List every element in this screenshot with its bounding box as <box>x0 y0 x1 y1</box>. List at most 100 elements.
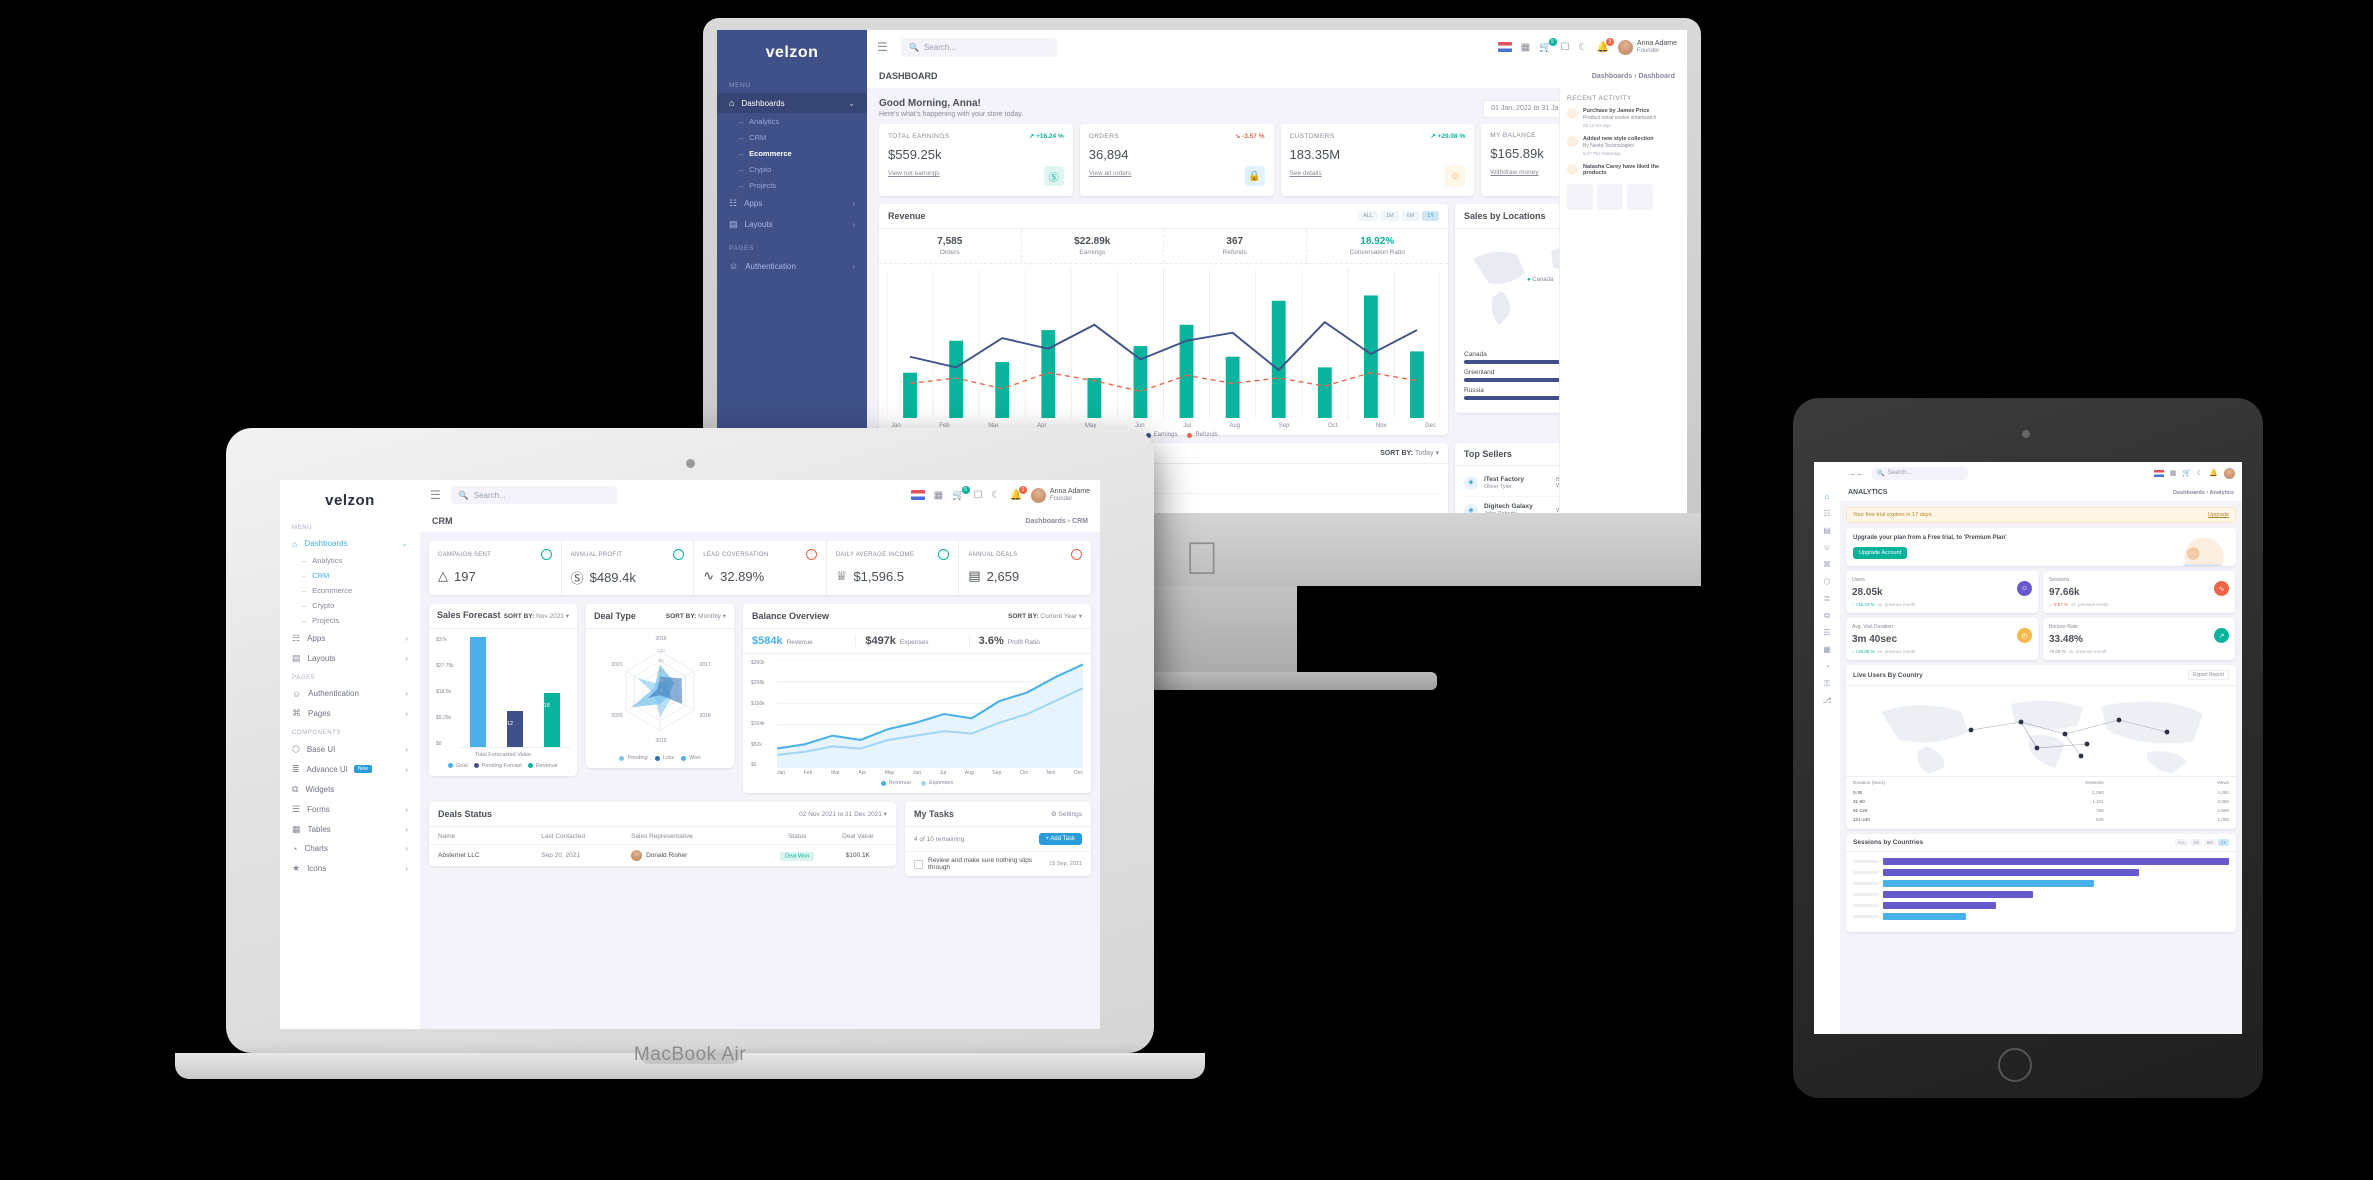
task-checkbox[interactable] <box>914 859 923 869</box>
sidebar-item-apps[interactable]: ☷ Apps › <box>280 628 420 648</box>
logo[interactable]: velzon <box>717 30 867 74</box>
users-icon[interactable]: ☺ <box>1814 539 1840 556</box>
sales-forecast-sort[interactable]: SORT BY: Nov 2021 ▾ <box>504 612 569 620</box>
sidebar-item-layouts[interactable]: ▤ Layouts › <box>280 648 420 668</box>
grid-icon[interactable]: ☷ <box>1814 505 1840 522</box>
flag-icon[interactable] <box>2153 469 2164 477</box>
apps-grid-icon[interactable]: ▦ <box>1521 42 1530 53</box>
sidebar-item-crypto[interactable]: – Crypto <box>280 598 420 613</box>
sidebar-item-base-ui[interactable]: ⬡ Base UI › <box>280 739 420 759</box>
sidebar-item-apps[interactable]: ☷ Apps › <box>717 193 867 214</box>
bell-icon[interactable]: 🔔 <box>2209 469 2218 477</box>
sidebar-item-crm[interactable]: – CRM <box>280 568 420 583</box>
command-icon[interactable]: ⌘ <box>1814 556 1840 573</box>
search-input[interactable]: 🔍 Search... <box>1872 466 1968 480</box>
stat-link[interactable]: View all orders <box>1089 170 1265 177</box>
tasks-settings[interactable]: ⚙ Settings <box>1051 810 1082 818</box>
range-tab-1y[interactable]: 1Y <box>1422 211 1439 221</box>
flag-icon[interactable] <box>910 490 925 500</box>
sidebar-item-dashboards[interactable]: ⌂ Dashboards ⌄ <box>717 93 867 113</box>
map-pin-canada[interactable]: ● Canada <box>1527 277 1553 283</box>
sidebar-item-widgets[interactable]: ⧉ Widgets <box>280 779 420 799</box>
range-tab-all[interactable]: ALL <box>1358 211 1378 221</box>
sidebar-item-ecommerce[interactable]: – Ecommerce <box>717 145 867 161</box>
hamburger-icon[interactable]: →← <box>1847 468 1865 478</box>
thumb-3-icon[interactable] <box>1627 184 1653 211</box>
dark-mode-icon[interactable]: ☾ <box>1578 42 1587 53</box>
dark-mode-icon[interactable]: ☾ <box>2197 469 2203 477</box>
trial-alert-link[interactable]: Upgrade <box>2208 512 2229 518</box>
pie-icon[interactable]: ◔ <box>1814 658 1840 675</box>
hamburger-icon[interactable]: ☰ <box>430 488 441 502</box>
sidebar-item-crypto[interactable]: – Crypto <box>717 161 867 177</box>
fullscreen-icon[interactable]: ☐ <box>974 490 983 501</box>
sessions-range-6m[interactable]: 6M <box>2204 839 2216 846</box>
bell-icon[interactable]: 🔔 3 <box>1596 37 1614 53</box>
breadcrumb-item[interactable]: Dashboards <box>2173 490 2205 496</box>
balance-sort[interactable]: SORT BY: Current Year ▾ <box>1008 612 1082 620</box>
breadcrumb-item[interactable]: Dashboards <box>1592 73 1632 80</box>
sidebar-item-analytics[interactable]: – Analytics <box>280 553 420 568</box>
copy-icon[interactable]: ⧉ <box>1814 607 1840 624</box>
breadcrumb-item[interactable]: Dashboards <box>1025 518 1065 525</box>
deals-status-range[interactable]: 02 Nov 2021 to 31 Dec 2021 ▾ <box>799 810 887 818</box>
sidebar-item-projects[interactable]: – Projects <box>717 177 867 193</box>
sidebar-item-authentication[interactable]: ☺ Authentication › <box>280 684 420 703</box>
fullscreen-icon[interactable]: ☐ <box>1561 42 1570 53</box>
cart-icon[interactable]: 🛒 5 <box>1539 37 1557 53</box>
sidebar-item-dashboards[interactable]: ⌂ Dashboards ⌄ <box>280 534 420 553</box>
cart-icon[interactable]: 🛒 <box>2182 469 2191 477</box>
sidebar-item-advance-ui[interactable]: ≣ Advance UI New › <box>280 759 420 779</box>
flag-icon[interactable] <box>1497 42 1512 52</box>
user-menu[interactable]: Anna Adame Founder <box>1617 39 1677 55</box>
month-label: Aug <box>1229 423 1241 429</box>
logo[interactable]: velzon <box>280 480 420 519</box>
sessions-range-1y[interactable]: 1Y <box>2217 839 2229 846</box>
search-input[interactable]: 🔍 Search... <box>901 37 1057 57</box>
live-export-button[interactable]: Export Report <box>2188 670 2229 680</box>
thumb-1-icon[interactable] <box>1567 184 1593 211</box>
user-menu[interactable]: Anna Adame Founder <box>1030 487 1090 503</box>
sidebar-item-charts[interactable]: ◔ Charts › <box>280 839 420 858</box>
home-icon[interactable]: ⌂ <box>1814 488 1840 505</box>
sessions-range-1m[interactable]: 1M <box>2190 839 2203 846</box>
deal-type-sort[interactable]: SORT BY: Monthly ▾ <box>666 612 726 620</box>
sidebar-item-forms[interactable]: ☰ Forms › <box>280 799 420 819</box>
share-icon[interactable]: ⎇ <box>1814 692 1840 709</box>
file-icon[interactable]: ☰ <box>1814 624 1840 641</box>
cart-icon[interactable]: 🛒 5 <box>952 485 970 501</box>
upgrade-button[interactable]: Upgrade Account <box>1853 547 1908 559</box>
dark-mode-icon[interactable]: ☾ <box>991 490 1000 501</box>
search-input[interactable]: 🔍 Search... <box>450 486 617 504</box>
world-map-icon <box>1881 700 2203 774</box>
avatar[interactable] <box>2224 467 2235 479</box>
sidebar-item-tables[interactable]: ▦ Tables › <box>280 819 420 839</box>
hamburger-icon[interactable]: ☰ <box>877 40 891 54</box>
sidebar-item-icons[interactable]: ★ Icons › <box>280 858 420 878</box>
layers-icon[interactable]: ≣ <box>1814 590 1840 607</box>
sidebar-item-pages[interactable]: ⌘ Pages › <box>280 703 420 723</box>
stat-link[interactable]: View net earnings <box>888 170 1064 177</box>
sidebar-item-layouts[interactable]: ▤ Layouts › <box>717 214 867 235</box>
stat-link[interactable]: See details <box>1290 170 1466 177</box>
activity-avatar-icon <box>1567 108 1578 119</box>
ipad-home-button[interactable] <box>1998 1048 2032 1082</box>
thumb-2-icon[interactable] <box>1597 184 1623 211</box>
bestselling-sort[interactable]: SORT BY: Today ▾ <box>1380 449 1439 457</box>
sidebar-item-analytics[interactable]: – Analytics <box>717 113 867 129</box>
sidebar-item-projects[interactable]: – Projects <box>280 613 420 628</box>
bell-icon[interactable]: 🔔 3 <box>1009 485 1027 501</box>
sidebar-item-crm[interactable]: – CRM <box>717 129 867 145</box>
table-icon[interactable]: ▦ <box>1814 641 1840 658</box>
sidebar-item-ecommerce[interactable]: – Ecommerce <box>280 583 420 598</box>
sidebar-item-authentication[interactable]: ☺ Authentication › <box>717 256 867 276</box>
range-tab-6m[interactable]: 6M <box>1401 211 1420 221</box>
range-tab-1m[interactable]: 1M <box>1380 211 1399 221</box>
apps-grid-icon[interactable]: ▦ <box>934 490 943 501</box>
layout-icon[interactable]: ▤ <box>1814 522 1840 539</box>
sessions-range-all[interactable]: ALL <box>2174 839 2189 846</box>
box-icon[interactable]: ⬡ <box>1814 573 1840 590</box>
apps-grid-icon[interactable]: ▦ <box>2170 469 2177 477</box>
add-task-button[interactable]: + Add Task <box>1038 833 1082 845</box>
map-icon[interactable]: ⚿ <box>1814 675 1840 692</box>
